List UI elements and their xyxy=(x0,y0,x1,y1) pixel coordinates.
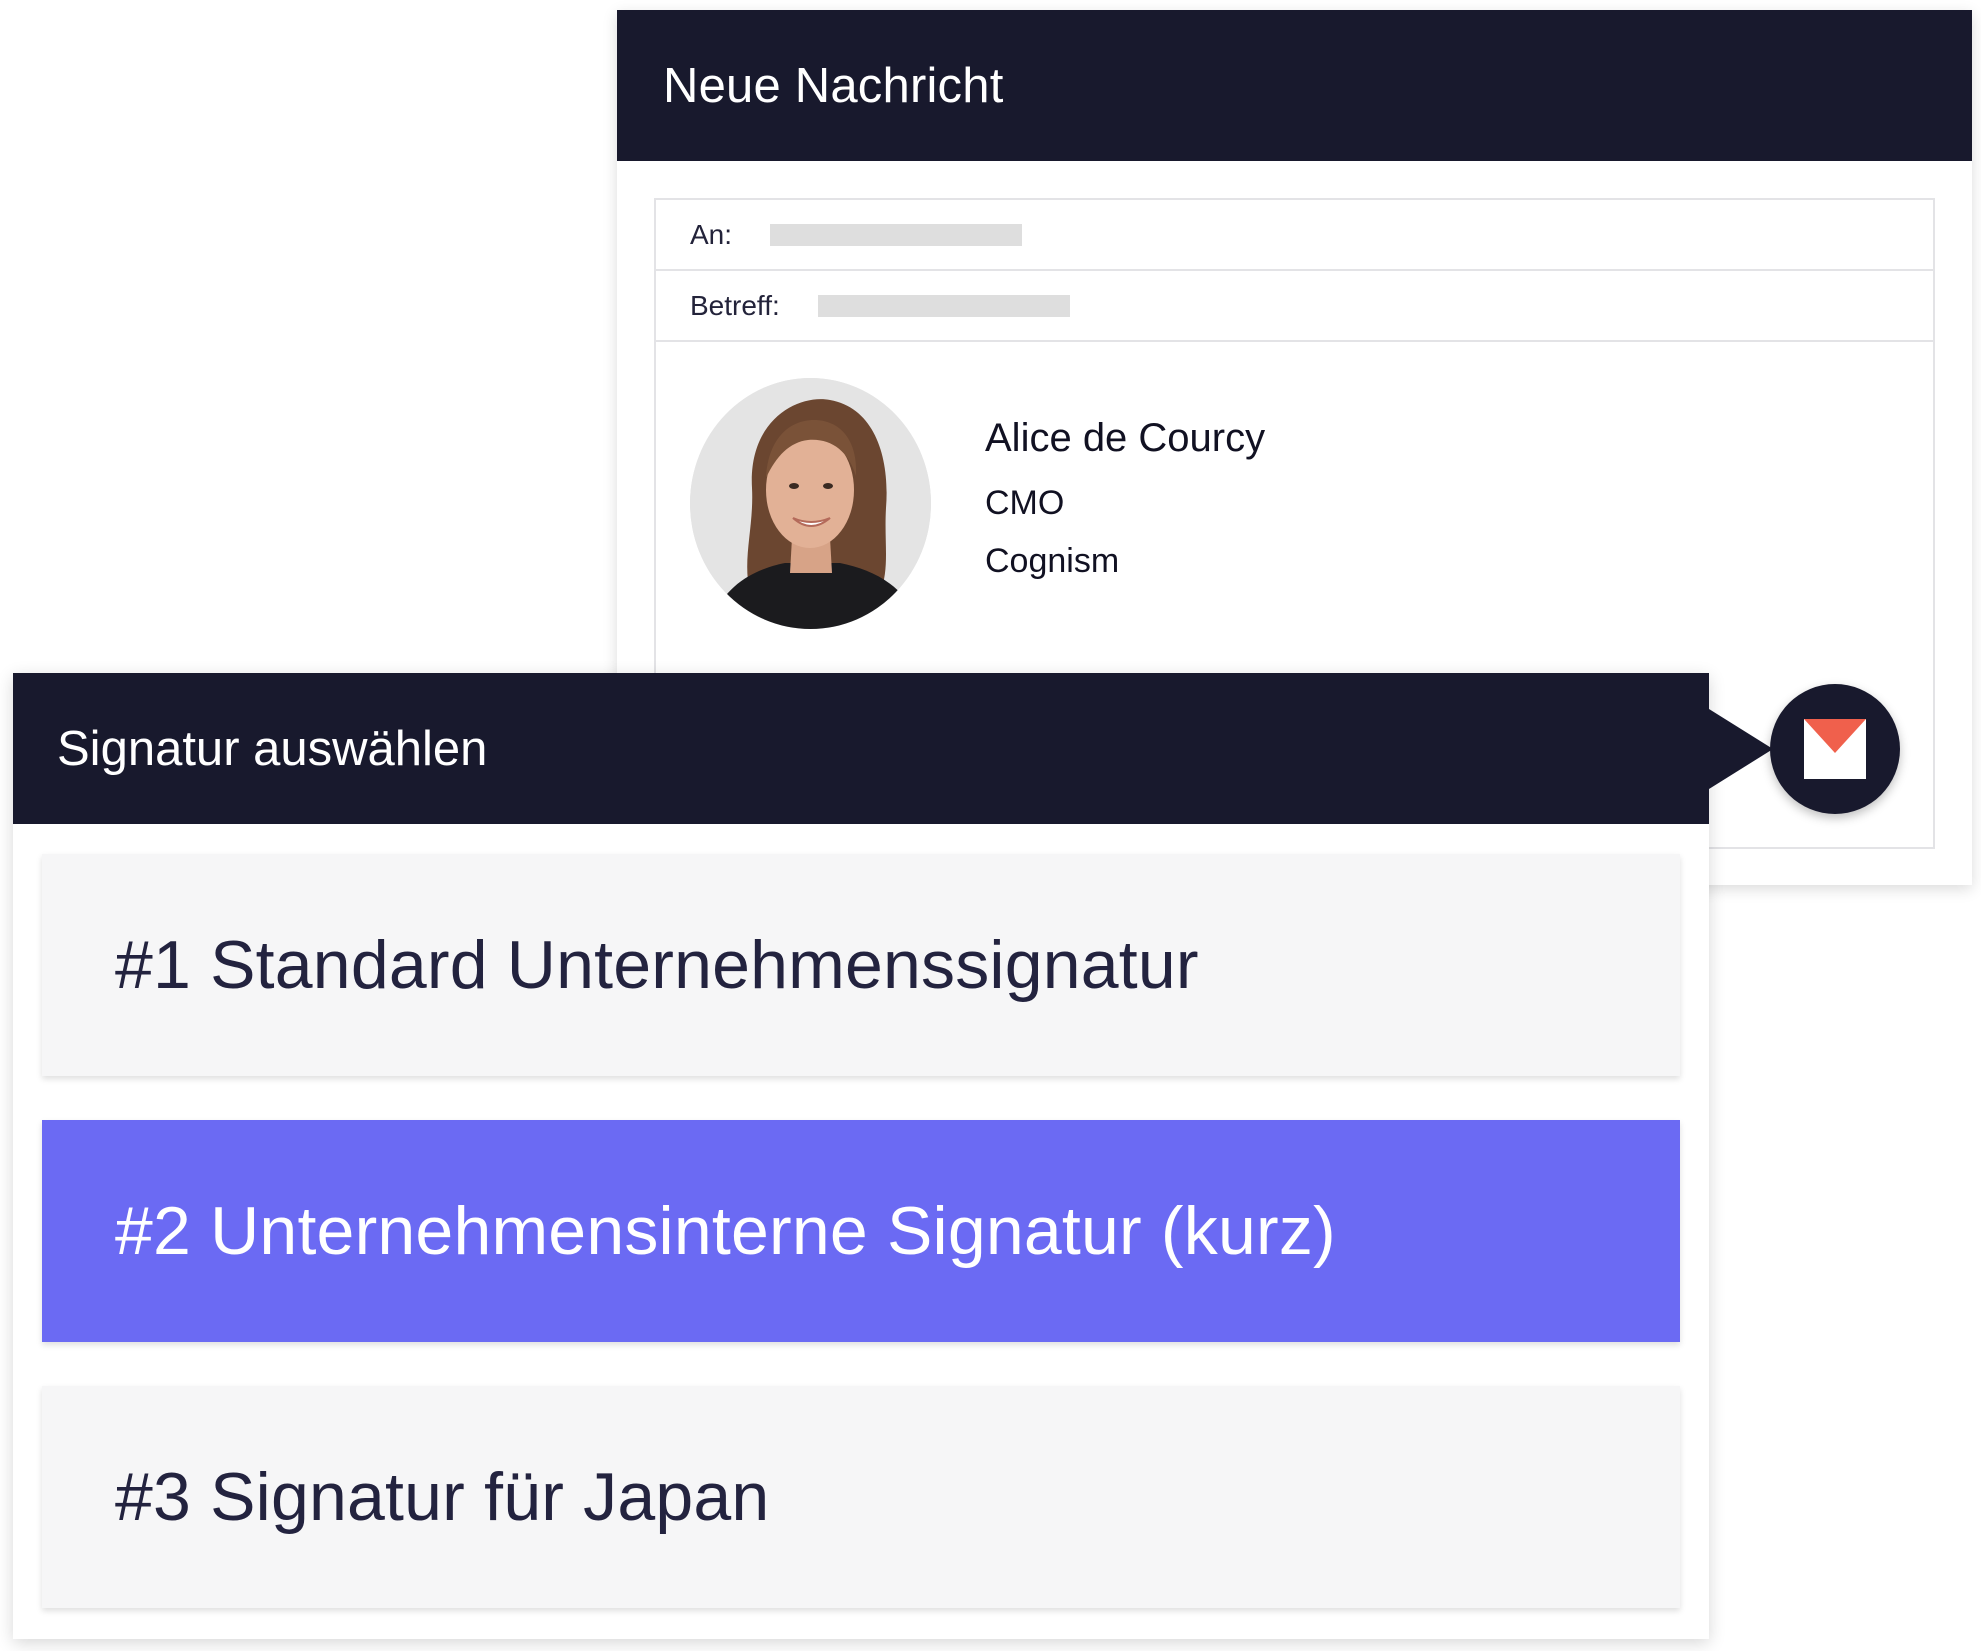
subject-label: Betreff: xyxy=(690,289,780,321)
signature-company: Cognism xyxy=(985,542,1120,580)
mail-badge[interactable] xyxy=(1770,684,1900,814)
compose-header: Neue Nachricht xyxy=(617,10,1972,161)
signature-option-label: #3 Signatur für Japan xyxy=(115,1459,770,1535)
envelope-icon xyxy=(1804,719,1866,779)
picker-header: Signatur auswählen xyxy=(13,673,1709,824)
pointer-arrow xyxy=(1709,709,1773,789)
avatar-photo xyxy=(690,378,931,629)
signature-text: Alice de Courcy CMO Cognism xyxy=(985,418,1265,578)
picker-title: Signatur auswählen xyxy=(57,721,488,776)
avatar xyxy=(690,378,931,629)
signature-picker: Signatur auswählen #1 Standard Unternehm… xyxy=(13,673,1709,1639)
compose-title: Neue Nachricht xyxy=(663,58,1004,113)
signature-role: CMO xyxy=(985,484,1065,522)
signature-name: Alice de Courcy xyxy=(985,416,1266,460)
to-value-redacted[interactable] xyxy=(770,223,1023,246)
subject-value-redacted[interactable] xyxy=(817,294,1070,317)
to-field[interactable]: An: xyxy=(656,200,1933,271)
signature-option-label: #1 Standard Unternehmenssignatur xyxy=(115,927,1199,1003)
to-label: An: xyxy=(690,218,733,250)
signature-option-1[interactable]: #1 Standard Unternehmenssignatur xyxy=(42,854,1680,1076)
signature-option-3[interactable]: #3 Signatur für Japan xyxy=(42,1386,1680,1608)
signature-option-label: #2 Unternehmensinterne Signatur (kurz) xyxy=(115,1193,1336,1269)
signature-option-2[interactable]: #2 Unternehmensinterne Signatur (kurz) xyxy=(42,1120,1680,1342)
signature-preview: Alice de Courcy CMO Cognism xyxy=(656,342,1933,642)
subject-field[interactable]: Betreff: xyxy=(656,271,1933,342)
